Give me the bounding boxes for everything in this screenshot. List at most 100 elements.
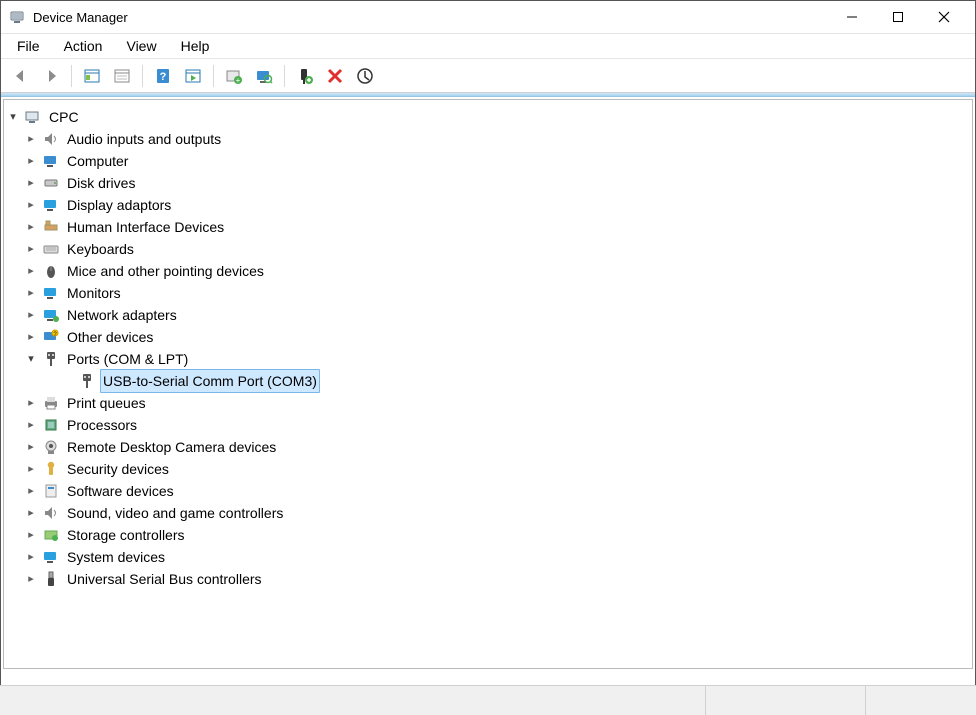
tree-item-label: Human Interface Devices	[64, 216, 227, 238]
tree-item-label: Software devices	[64, 480, 177, 502]
display-icon	[42, 196, 60, 214]
tree-item-label: Other devices	[64, 326, 156, 348]
tree-category[interactable]: Remote Desktop Camera devices	[4, 436, 972, 458]
tree-category[interactable]: ?Other devices	[4, 326, 972, 348]
tree-item-label: Display adaptors	[64, 194, 174, 216]
expander-icon[interactable]	[24, 220, 38, 234]
tree-category[interactable]: Disk drives	[4, 172, 972, 194]
expander-icon[interactable]	[24, 396, 38, 410]
expander-icon[interactable]	[24, 440, 38, 454]
menu-file[interactable]: File	[7, 36, 50, 56]
tree-item-label: Mice and other pointing devices	[64, 260, 267, 282]
tree-category[interactable]: Network adapters	[4, 304, 972, 326]
scan-hardware-button[interactable]	[250, 62, 278, 90]
expander-icon[interactable]	[24, 352, 38, 366]
disable-device-button[interactable]	[351, 62, 379, 90]
tree-category[interactable]: Software devices	[4, 480, 972, 502]
expander-icon[interactable]	[24, 528, 38, 542]
disk-icon	[42, 174, 60, 192]
device-tree[interactable]: CPCAudio inputs and outputsComputerDisk …	[3, 99, 973, 669]
computer-root-icon	[24, 108, 42, 126]
tree-category[interactable]: Keyboards	[4, 238, 972, 260]
tree-item-label: CPC	[46, 106, 82, 128]
accent-line	[1, 93, 975, 97]
help-button[interactable]: ?	[149, 62, 177, 90]
tree-item-label: Monitors	[64, 282, 124, 304]
tree-item-label: Keyboards	[64, 238, 137, 260]
tree-category[interactable]: Sound, video and game controllers	[4, 502, 972, 524]
tree-item-label: Print queues	[64, 392, 149, 414]
show-hide-console-tree-button[interactable]	[78, 62, 106, 90]
tree-category[interactable]: Computer	[4, 150, 972, 172]
tree-category[interactable]: Human Interface Devices	[4, 216, 972, 238]
camera-icon	[42, 438, 60, 456]
tree-category[interactable]: Audio inputs and outputs	[4, 128, 972, 150]
monitor-icon	[42, 284, 60, 302]
minimize-button[interactable]	[829, 1, 875, 33]
tree-root[interactable]: CPC	[4, 106, 972, 128]
tree-item-label: Storage controllers	[64, 524, 188, 546]
system-icon	[42, 548, 60, 566]
expander-icon[interactable]	[24, 176, 38, 190]
software-icon	[42, 482, 60, 500]
tree-category[interactable]: Universal Serial Bus controllers	[4, 568, 972, 590]
tree-category[interactable]: Monitors	[4, 282, 972, 304]
hid-icon	[42, 218, 60, 236]
uninstall-device-button[interactable]	[321, 62, 349, 90]
update-driver-button[interactable]: +	[220, 62, 248, 90]
storage-icon	[42, 526, 60, 544]
app-icon	[9, 9, 25, 25]
sound-icon	[42, 504, 60, 522]
expander-icon[interactable]	[6, 110, 20, 124]
mouse-icon	[42, 262, 60, 280]
tree-category[interactable]: Security devices	[4, 458, 972, 480]
menu-action[interactable]: Action	[54, 36, 113, 56]
expander-icon[interactable]	[24, 550, 38, 564]
action-pane-button[interactable]	[179, 62, 207, 90]
expander-icon[interactable]	[24, 264, 38, 278]
expander-icon[interactable]	[24, 484, 38, 498]
titlebar: Device Manager	[1, 1, 975, 33]
tree-category[interactable]: Ports (COM & LPT)	[4, 348, 972, 370]
tree-item-label: Disk drives	[64, 172, 138, 194]
expander-icon[interactable]	[24, 154, 38, 168]
expander-icon[interactable]	[24, 572, 38, 586]
computer-icon	[42, 152, 60, 170]
menu-help[interactable]: Help	[171, 36, 220, 56]
close-button[interactable]	[921, 1, 967, 33]
expander-icon[interactable]	[24, 506, 38, 520]
expander-icon[interactable]	[24, 418, 38, 432]
tree-category[interactable]: Storage controllers	[4, 524, 972, 546]
other-icon: ?	[42, 328, 60, 346]
statusbar	[0, 685, 976, 715]
expander-icon[interactable]	[24, 242, 38, 256]
forward-button[interactable]	[37, 62, 65, 90]
menu-view[interactable]: View	[116, 36, 166, 56]
usb-icon	[42, 570, 60, 588]
menubar: File Action View Help	[1, 33, 975, 59]
tree-item-label: Audio inputs and outputs	[64, 128, 224, 150]
tree-category[interactable]: System devices	[4, 546, 972, 568]
status-pane-2	[706, 686, 866, 715]
tree-device[interactable]: USB-to-Serial Comm Port (COM3)	[4, 370, 972, 392]
tree-category[interactable]: Print queues	[4, 392, 972, 414]
tree-item-label: Network adapters	[64, 304, 180, 326]
enable-device-button[interactable]	[291, 62, 319, 90]
network-icon	[42, 306, 60, 324]
expander-icon[interactable]	[24, 286, 38, 300]
tree-category[interactable]: Mice and other pointing devices	[4, 260, 972, 282]
tree-item-label: System devices	[64, 546, 168, 568]
properties-button[interactable]	[108, 62, 136, 90]
tree-category[interactable]: Processors	[4, 414, 972, 436]
expander-icon[interactable]	[24, 198, 38, 212]
tree-category[interactable]: Display adaptors	[4, 194, 972, 216]
expander-icon[interactable]	[24, 330, 38, 344]
tree-item-label: Processors	[64, 414, 140, 436]
port-icon	[78, 372, 96, 390]
expander-icon[interactable]	[24, 462, 38, 476]
maximize-button[interactable]	[875, 1, 921, 33]
tree-item-label: Computer	[64, 150, 131, 172]
expander-icon[interactable]	[24, 132, 38, 146]
expander-icon[interactable]	[24, 308, 38, 322]
back-button[interactable]	[7, 62, 35, 90]
